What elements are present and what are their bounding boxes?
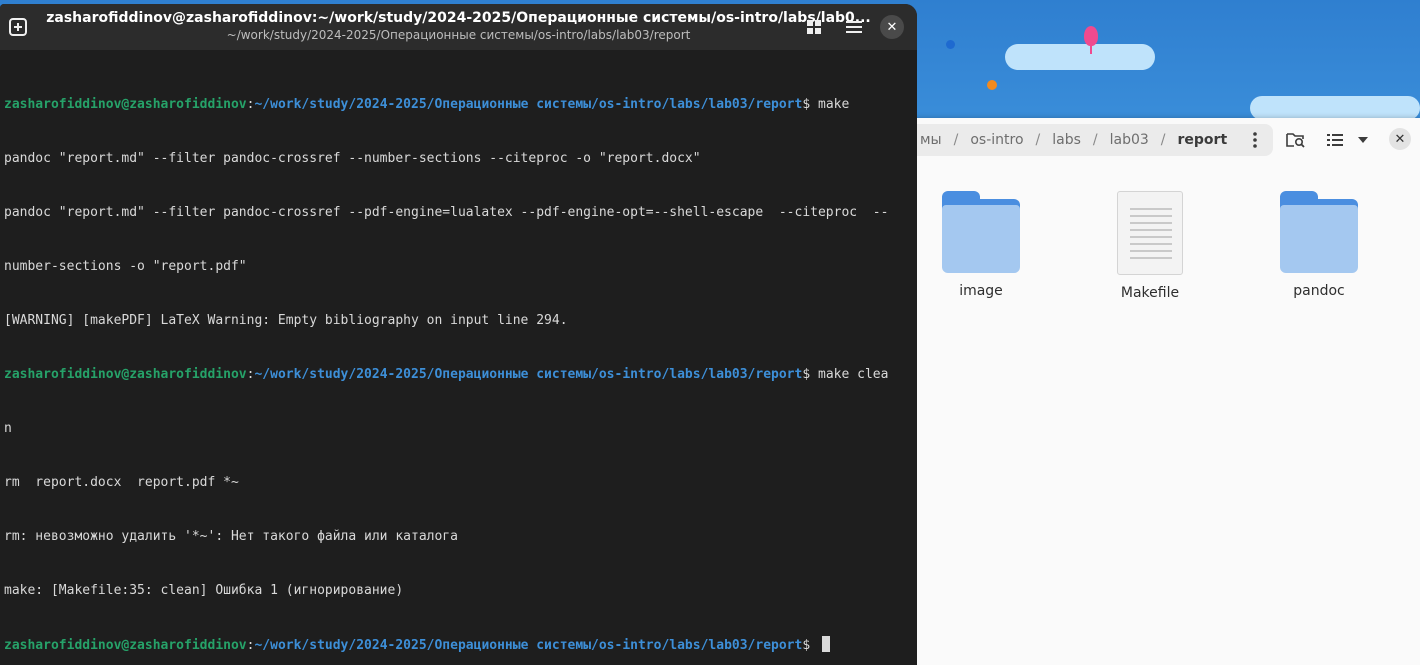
terminal-screen[interactable]: zasharofiddinov@zasharofiddinov:~/work/s… — [4, 60, 914, 665]
terminal-titlebar: zasharofiddinov@zasharofiddinov:~/work/s… — [0, 4, 917, 50]
file-item-pandoc[interactable]: pandoc — [1249, 191, 1389, 299]
close-icon[interactable]: ✕ — [1389, 128, 1411, 150]
balloon — [1084, 26, 1098, 54]
terminal-line: pandoc "report.md" --filter pandoc-cross… — [4, 205, 889, 220]
terminal-line: n — [4, 421, 12, 436]
decor-dot — [987, 80, 997, 90]
file-manager-header: мы / os-intro / labs / lab03 / report ✕ — [880, 118, 1420, 162]
path-bar[interactable]: мы / os-intro / labs / lab03 / report — [900, 124, 1273, 156]
file-label: image — [959, 283, 1003, 299]
terminal-cursor — [822, 636, 830, 652]
window-title: zasharofiddinov@zasharofiddinov:~/work/s… — [46, 10, 871, 26]
file-label: pandoc — [1293, 283, 1345, 299]
terminal-line: zasharofiddinov@zasharofiddinov:~/work/s… — [4, 367, 889, 382]
terminal-line: rm: невозможно удалить '*~': Нет такого … — [4, 529, 458, 544]
list-view-icon[interactable] — [1322, 128, 1348, 152]
terminal-window: zasharofiddinov@zasharofiddinov:~/work/s… — [0, 4, 917, 665]
terminal-line: rm report.docx report.pdf *~ — [4, 475, 239, 490]
breadcrumb-current[interactable]: report — [1166, 132, 1240, 148]
folder-icon — [942, 191, 1020, 273]
breadcrumb[interactable]: labs — [1040, 132, 1093, 148]
breadcrumb[interactable]: os-intro — [958, 132, 1035, 148]
cloud — [1250, 96, 1420, 120]
hamburger-menu-icon[interactable] — [842, 15, 866, 39]
grid-icon[interactable] — [802, 15, 826, 39]
file-label: Makefile — [1120, 285, 1180, 301]
decor-dot — [946, 40, 955, 49]
text-file-icon — [1117, 191, 1183, 275]
cloud — [1005, 44, 1155, 70]
close-icon[interactable]: ✕ — [880, 15, 904, 39]
file-item-makefile[interactable]: Makefile — [1080, 191, 1220, 301]
terminal-line: zasharofiddinov@zasharofiddinov:~/work/s… — [4, 97, 850, 112]
terminal-line: zasharofiddinov@zasharofiddinov:~/work/s… — [4, 636, 914, 654]
folder-icon — [1280, 191, 1358, 273]
search-folder-icon[interactable] — [1283, 128, 1309, 152]
window-subtitle: ~/work/study/2024-2025/Операционные сист… — [226, 28, 691, 42]
terminal-line: number-sections -o "report.pdf" — [4, 259, 247, 274]
breadcrumb[interactable]: lab03 — [1098, 132, 1161, 148]
terminal-line: make: [Makefile:35: clean] Ошибка 1 (игн… — [4, 583, 404, 598]
terminal-line: pandoc "report.md" --filter pandoc-cross… — [4, 151, 701, 166]
kebab-menu-icon[interactable] — [1242, 128, 1268, 152]
terminal-line: [WARNING] [makePDF] LaTeX Warning: Empty… — [4, 313, 568, 328]
file-manager-window: мы / os-intro / labs / lab03 / report ✕ … — [880, 118, 1420, 665]
file-item-image[interactable]: image — [911, 191, 1051, 299]
chevron-down-icon[interactable] — [1350, 128, 1376, 152]
